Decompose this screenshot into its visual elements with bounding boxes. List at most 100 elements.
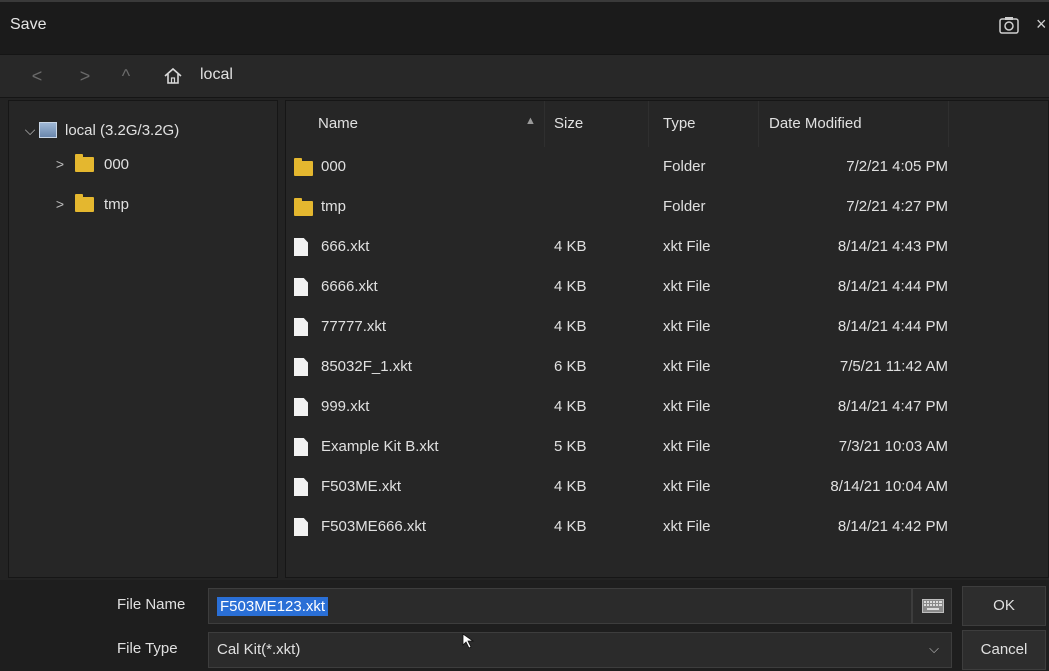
tree-item-label: 000 (104, 155, 130, 173)
file-type: xkt File (663, 398, 711, 415)
file-type: xkt File (663, 358, 711, 375)
list-item[interactable]: 85032F_1.xkt 6 KB xkt File 7/5/21 11:42 … (286, 347, 1048, 387)
file-type: xkt File (663, 438, 711, 455)
file-type: xkt File (663, 518, 711, 535)
tree-item-label: tmp (104, 195, 130, 213)
forward-button[interactable]: > (72, 63, 98, 89)
file-icon (294, 398, 308, 416)
column-header-size[interactable]: Size (554, 115, 583, 132)
file-name: F503ME.xkt (321, 478, 402, 495)
list-item[interactable]: F503ME666.xkt 4 KB xkt File 8/14/21 4:42… (286, 507, 1048, 547)
column-divider[interactable] (948, 101, 949, 147)
chevron-down-icon[interactable]: ⌵ (929, 641, 939, 657)
file-name: 85032F_1.xkt (321, 358, 412, 375)
path-label: local (200, 66, 233, 83)
file-date: 8/14/21 4:42 PM (837, 518, 948, 535)
file-size: 5 KB (554, 438, 587, 455)
keyboard-button[interactable] (912, 588, 952, 624)
column-divider[interactable] (758, 101, 759, 147)
file-icon (294, 358, 308, 376)
file-icon (294, 278, 308, 296)
navigation-bar: < > ^ local (0, 54, 1049, 98)
file-type: xkt File (663, 238, 711, 255)
list-item[interactable]: 666.xkt 4 KB xkt File 8/14/21 4:43 PM (286, 227, 1048, 267)
file-type: xkt File (663, 278, 711, 295)
tree-item-000[interactable]: > 000 (9, 147, 277, 181)
chevron-right-icon[interactable]: > (51, 196, 69, 212)
list-item[interactable]: 000 Folder 7/2/21 4:05 PM (286, 147, 1048, 187)
file-size: 4 KB (554, 518, 587, 535)
list-item[interactable]: F503ME.xkt 4 KB xkt File 8/14/21 10:04 A… (286, 467, 1048, 507)
file-name-value[interactable]: F503ME123.xkt (217, 597, 329, 616)
file-size: 4 KB (554, 238, 587, 255)
file-name: 000 (321, 158, 347, 175)
file-size: 4 KB (554, 318, 587, 335)
file-size: 4 KB (554, 278, 587, 295)
folder-icon (294, 198, 313, 216)
file-icon (294, 438, 308, 456)
file-size: 6 KB (554, 358, 587, 375)
file-date: 8/14/21 4:44 PM (837, 318, 948, 335)
file-list: Name ▲ Size Type Date Modified 000 Folde… (285, 100, 1049, 578)
folder-icon (75, 153, 94, 172)
file-date: 8/14/21 4:44 PM (837, 278, 948, 295)
sort-ascending-icon: ▲ (525, 115, 536, 127)
file-name: 6666.xkt (321, 278, 378, 295)
file-name: tmp (321, 198, 347, 215)
file-type-label: File Type (117, 640, 178, 657)
column-divider[interactable] (544, 101, 545, 147)
file-size: 4 KB (554, 478, 587, 495)
list-item[interactable]: 77777.xkt 4 KB xkt File 8/14/21 4:44 PM (286, 307, 1048, 347)
home-icon[interactable] (163, 66, 183, 86)
drive-icon (39, 122, 57, 138)
file-icon (294, 318, 308, 336)
title-bar: Save × (0, 0, 1049, 54)
file-name: 999.xkt (321, 398, 370, 415)
mouse-cursor-icon (462, 633, 475, 649)
list-item[interactable]: Example Kit B.xkt 5 KB xkt File 7/3/21 1… (286, 427, 1048, 467)
list-header: Name ▲ Size Type Date Modified (286, 101, 1048, 147)
back-button[interactable]: < (24, 63, 50, 89)
chevron-right-icon[interactable]: > (51, 156, 69, 172)
column-header-date[interactable]: Date Modified (769, 115, 862, 132)
up-button[interactable]: ^ (113, 63, 139, 89)
save-form: File Name F503ME123.xkt OK File Type Cal… (0, 580, 1049, 671)
file-date: 8/14/21 4:43 PM (837, 238, 948, 255)
cancel-button[interactable]: Cancel (962, 630, 1046, 670)
column-header-name[interactable]: Name (318, 115, 358, 132)
file-icon (294, 478, 308, 496)
column-divider[interactable] (648, 101, 649, 147)
file-type-value: Cal Kit(*.xkt) (217, 641, 301, 658)
keyboard-icon (922, 599, 944, 613)
file-type-select[interactable]: Cal Kit(*.xkt) ⌵ (208, 632, 952, 668)
file-name-input[interactable]: F503ME123.xkt (208, 588, 912, 624)
dialog-title: Save (10, 16, 47, 33)
file-type: xkt File (663, 478, 711, 495)
close-icon[interactable]: × (1036, 14, 1047, 35)
folder-icon (75, 193, 94, 212)
tree-item-tmp[interactable]: > tmp (9, 187, 277, 221)
list-item[interactable]: 999.xkt 4 KB xkt File 8/14/21 4:47 PM (286, 387, 1048, 427)
file-date: 7/5/21 11:42 AM (839, 358, 948, 375)
tree-item-label: local (3.2G/3.2G) (65, 121, 180, 139)
file-date: 8/14/21 4:47 PM (837, 398, 948, 415)
file-name: Example Kit B.xkt (321, 438, 439, 455)
folder-icon (294, 158, 313, 176)
file-size: 4 KB (554, 398, 587, 415)
file-date: 7/3/21 10:03 AM (838, 438, 948, 455)
file-date: 7/2/21 4:27 PM (846, 198, 948, 215)
file-type: Folder (663, 198, 706, 215)
file-name: 77777.xkt (321, 318, 387, 335)
file-date: 8/14/21 10:04 AM (830, 478, 948, 495)
file-name: F503ME666.xkt (321, 518, 427, 535)
camera-icon[interactable] (999, 16, 1019, 34)
tree-item-local[interactable]: ⌵ local (3.2G/3.2G) (9, 113, 277, 147)
ok-button[interactable]: OK (962, 586, 1046, 626)
column-header-type[interactable]: Type (663, 115, 696, 132)
file-icon (294, 518, 308, 536)
list-item[interactable]: tmp Folder 7/2/21 4:27 PM (286, 187, 1048, 227)
file-date: 7/2/21 4:05 PM (846, 158, 948, 175)
chevron-down-icon[interactable]: ⌵ (21, 122, 39, 139)
file-name-label: File Name (117, 596, 186, 613)
list-item[interactable]: 6666.xkt 4 KB xkt File 8/14/21 4:44 PM (286, 267, 1048, 307)
